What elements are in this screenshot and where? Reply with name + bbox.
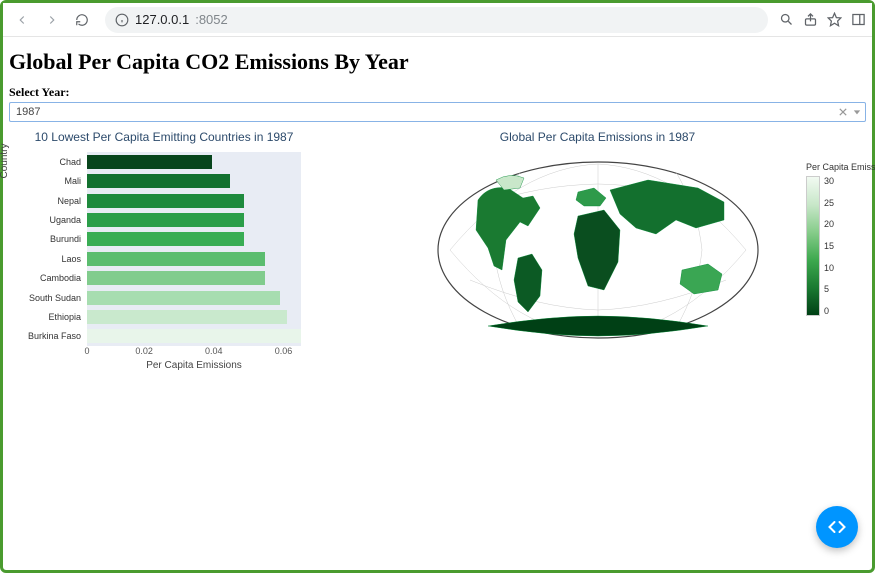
world-map-svg[interactable]: [428, 150, 768, 350]
bar-category-label: Ethiopia: [13, 309, 85, 325]
x-tick: 0: [84, 346, 89, 356]
arrow-right-icon: [45, 13, 59, 27]
x-tick: 0.04: [205, 346, 223, 356]
star-icon: [827, 12, 842, 27]
bar-category-label: Chad: [13, 154, 85, 170]
colorbar-tick: 10: [824, 263, 834, 273]
bar[interactable]: [87, 251, 265, 267]
bar-category-label: Mali: [13, 173, 85, 189]
code-icon: [827, 517, 847, 537]
colorbar-tick: 25: [824, 198, 834, 208]
close-icon: [839, 108, 847, 116]
info-icon: [115, 13, 129, 27]
colorbar-tick: 30: [824, 176, 834, 186]
clear-select-button[interactable]: [839, 103, 847, 121]
reload-button[interactable]: [69, 7, 95, 33]
bar-category-label: Laos: [13, 251, 85, 267]
x-axis-ticks: 0 0.02 0.04 0.06: [87, 346, 301, 356]
url-port: :8052: [195, 12, 228, 27]
chevron-down-icon: [853, 108, 861, 116]
address-bar[interactable]: 127.0.0.1 :8052: [105, 7, 768, 33]
y-axis-label: Country: [0, 111, 10, 211]
url-host: 127.0.0.1: [135, 12, 189, 27]
bookmark-button[interactable]: [826, 12, 842, 28]
bar-chart-title: 10 Lowest Per Capita Emitting Countries …: [9, 130, 319, 144]
bar-category-label: Burkina Faso: [13, 328, 85, 344]
choropleth-map: Global Per Capita Emissions in 1987 Per …: [329, 126, 866, 376]
bar-category-label: Uganda: [13, 212, 85, 228]
colorbar-gradient: [806, 176, 820, 316]
colorbar-tick: 0: [824, 306, 834, 316]
bar[interactable]: [87, 212, 244, 228]
bar-chart: 10 Lowest Per Capita Emitting Countries …: [9, 126, 319, 376]
bar[interactable]: [87, 328, 301, 344]
year-select-value: 1987: [16, 106, 40, 118]
bar[interactable]: [87, 173, 230, 189]
share-button[interactable]: [802, 12, 818, 28]
x-axis-label: Per Capita Emissions: [87, 360, 301, 371]
panel-icon: [851, 12, 866, 27]
reload-icon: [75, 13, 89, 27]
arrow-left-icon: [15, 13, 29, 27]
bar-category-label: South Sudan: [13, 290, 85, 306]
share-icon: [803, 12, 818, 27]
bar[interactable]: [87, 231, 244, 247]
colorbar-title: Per Capita Emissions: [806, 162, 856, 172]
bar[interactable]: [87, 270, 265, 286]
bar-category-label: Nepal: [13, 193, 85, 209]
forward-button[interactable]: [39, 7, 65, 33]
colorbar-tick: 5: [824, 284, 834, 294]
x-tick: 0.02: [135, 346, 153, 356]
map-title: Global Per Capita Emissions in 1987: [329, 130, 866, 144]
bar[interactable]: [87, 154, 212, 170]
zoom-button[interactable]: [778, 12, 794, 28]
colorbar-tick: 20: [824, 219, 834, 229]
bar-category-label: Burundi: [13, 231, 85, 247]
page-title: Global Per Capita CO2 Emissions By Year: [9, 49, 866, 75]
select-toggle[interactable]: [853, 103, 861, 121]
dash-devtools-button[interactable]: [816, 506, 858, 548]
bar[interactable]: [87, 193, 244, 209]
year-select[interactable]: 1987: [9, 102, 866, 122]
browser-toolbar: 127.0.0.1 :8052: [3, 3, 872, 37]
bar[interactable]: [87, 309, 287, 325]
colorbar-tick: 15: [824, 241, 834, 251]
x-tick: 0.06: [275, 346, 293, 356]
magnifier-icon: [779, 12, 794, 27]
select-year-label: Select Year:: [9, 85, 866, 100]
colorbar: Per Capita Emissions 30 25 20 15 10 5 0: [806, 162, 856, 316]
panel-button[interactable]: [850, 12, 866, 28]
colorbar-ticks: 30 25 20 15 10 5 0: [824, 176, 834, 316]
bar-category-label: Cambodia: [13, 270, 85, 286]
bar[interactable]: [87, 290, 280, 306]
back-button[interactable]: [9, 7, 35, 33]
